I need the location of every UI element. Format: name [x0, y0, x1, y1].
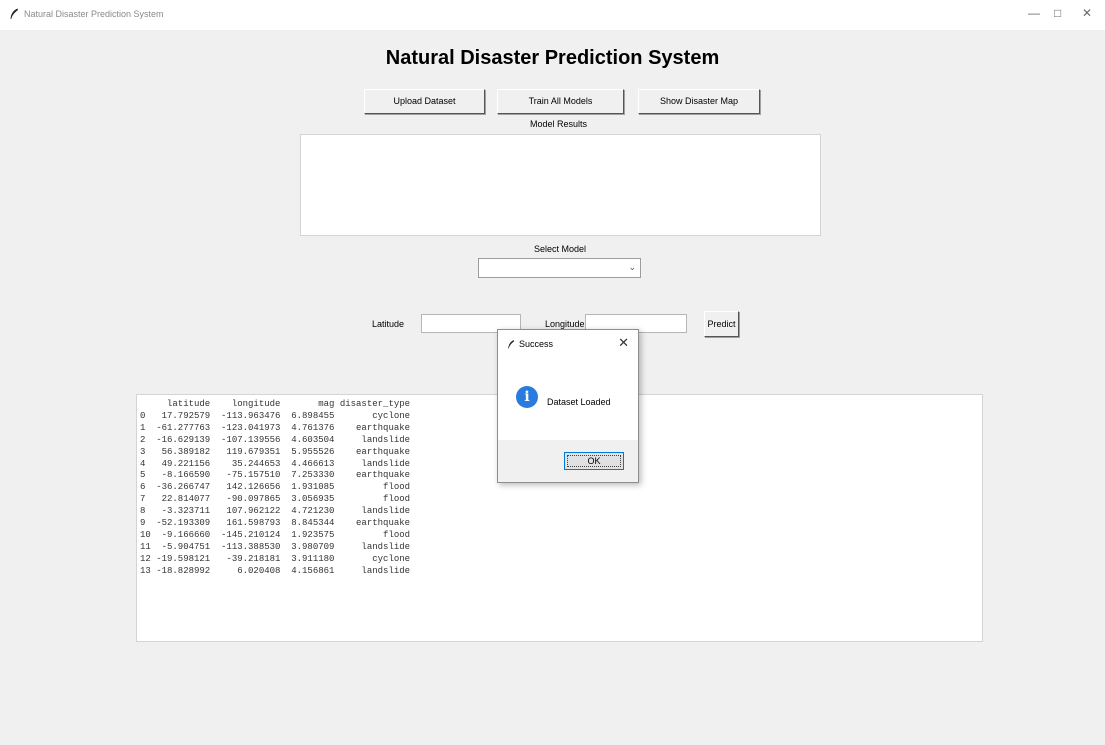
- upload-dataset-button[interactable]: Upload Dataset: [364, 89, 485, 114]
- longitude-label: Longitude: [545, 319, 585, 329]
- success-dialog: Success ✕ i Dataset Loaded OK: [497, 329, 639, 483]
- window-title: Natural Disaster Prediction System: [24, 9, 164, 19]
- predict-button[interactable]: Predict: [704, 311, 739, 337]
- feather-icon: [508, 340, 515, 349]
- feather-icon: [10, 8, 18, 19]
- maximize-button[interactable]: □: [1054, 6, 1061, 20]
- title-bar: Natural Disaster Prediction System — □ ✕: [0, 0, 1105, 30]
- train-models-button[interactable]: Train All Models: [497, 89, 624, 114]
- ok-button[interactable]: OK: [564, 452, 624, 470]
- close-icon[interactable]: ✕: [618, 335, 629, 351]
- page-title: Natural Disaster Prediction System: [385, 47, 720, 69]
- latitude-label: Latitude: [372, 319, 405, 329]
- dialog-message: Dataset Loaded: [547, 397, 611, 407]
- show-map-button[interactable]: Show Disaster Map: [638, 89, 760, 114]
- minimize-button[interactable]: —: [1028, 6, 1040, 20]
- info-icon: i: [516, 386, 538, 408]
- dataset-table: latitude longitude mag disaster_type 0 1…: [140, 399, 411, 576]
- close-window-button[interactable]: ✕: [1082, 6, 1092, 20]
- model-results-label: Model Results: [530, 119, 588, 129]
- dialog-title: Success: [519, 339, 554, 349]
- model-select-combobox[interactable]: ⌄: [478, 258, 641, 278]
- chevron-down-icon[interactable]: ⌄: [628, 262, 636, 273]
- dialog-title-bar: Success ✕: [498, 330, 638, 358]
- select-model-label: Select Model: [534, 244, 587, 254]
- model-results-textbox[interactable]: [300, 134, 821, 236]
